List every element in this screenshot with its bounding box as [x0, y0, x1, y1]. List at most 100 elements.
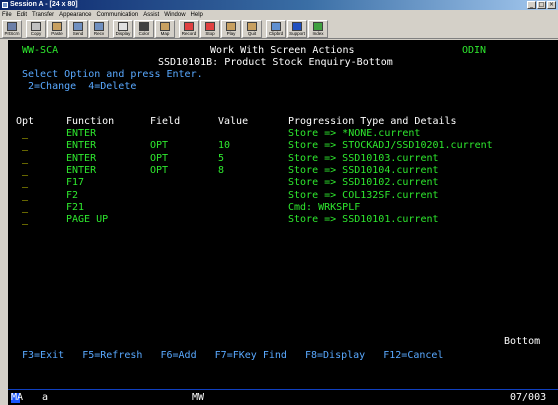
row-field: OPT [150, 140, 169, 152]
session-id: a [42, 392, 49, 403]
row-option-input[interactable]: _ [22, 165, 28, 177]
title-bar: Session A - [24 x 80] _ □ × [0, 0, 558, 10]
print-screen-icon [7, 22, 17, 31]
copy-button[interactable]: Copy [26, 20, 46, 38]
map-button[interactable]: Map [155, 20, 175, 38]
toolbar: PrtScrn Copy Paste Send Recv Display Col… [0, 20, 558, 39]
color-icon [139, 22, 149, 31]
print-screen-button[interactable]: PrtScrn [2, 20, 22, 38]
support-label: Support [289, 31, 305, 36]
color-button[interactable]: Color [134, 20, 154, 38]
row-option-input[interactable]: _ [22, 202, 28, 214]
window-controls: _ □ × [527, 1, 556, 9]
stop-button[interactable]: Stop [200, 20, 220, 38]
menu-transfer[interactable]: Transfer [32, 10, 54, 20]
map-label: Map [160, 31, 170, 36]
record-icon [184, 22, 194, 31]
row-option-input[interactable]: _ [22, 153, 28, 165]
send-button[interactable]: Send [68, 20, 88, 38]
paste-label: Paste [51, 31, 63, 36]
color-label: Color [138, 31, 150, 36]
terminal-screen[interactable]: WW-SCA Work With Screen Actions ODIN SSD… [8, 40, 558, 405]
receive-icon [94, 22, 104, 31]
send-icon [73, 22, 83, 31]
clipboard-icon [271, 22, 281, 31]
paste-button[interactable]: Paste [47, 20, 67, 38]
record-button[interactable]: Record [179, 20, 199, 38]
row-option-input[interactable]: _ [22, 128, 28, 140]
row-option-input[interactable]: _ [22, 140, 28, 152]
row-function: PAGE UP [66, 214, 109, 226]
row-function: ENTER [66, 128, 97, 139]
receive-button[interactable]: Recv [89, 20, 109, 38]
index-button[interactable]: Index [308, 20, 328, 38]
row-function: F2 [66, 189, 79, 201]
play-icon [226, 22, 236, 31]
menu-bar: File Edit Transfer Appearance Communicat… [0, 10, 558, 20]
maximize-icon[interactable]: □ [537, 1, 546, 9]
menu-assist[interactable]: Assist [143, 10, 159, 20]
paste-icon [52, 22, 62, 31]
receive-label: Recv [93, 31, 105, 36]
menu-file[interactable]: File [2, 10, 12, 20]
row-option-input[interactable]: _ [22, 177, 28, 189]
minimize-icon[interactable]: _ [527, 1, 536, 9]
row-details: Store => SSD10101.current [288, 214, 439, 226]
display-icon [118, 22, 128, 31]
row-details: Store => STOCKADJ/SSD10201.current [288, 140, 493, 152]
row-value: 8 [218, 164, 225, 176]
row-field: OPT [150, 152, 169, 164]
row-function: F21 [66, 201, 85, 213]
menu-edit[interactable]: Edit [17, 10, 27, 20]
support-icon [292, 22, 302, 31]
row-details: Store => SSD10102.current [288, 177, 439, 189]
status-indicator: MA [11, 392, 24, 403]
menu-communication[interactable]: Communication [97, 10, 139, 20]
menu-appearance[interactable]: Appearance [59, 10, 91, 20]
quit-label: Quit [247, 31, 257, 36]
stop-label: Stop [205, 31, 215, 36]
display-button[interactable]: Display [113, 20, 133, 38]
row-details: Store => SSD10103.current [288, 152, 439, 164]
send-label: Send [72, 31, 84, 36]
row-function: ENTER [66, 164, 97, 176]
copy-label: Copy [30, 31, 42, 36]
clipboard-label: Clipbrd [268, 31, 284, 36]
column-progression: Progression Type and Details [288, 116, 457, 127]
more-indicator: Bottom [504, 336, 541, 347]
copy-icon [31, 22, 41, 31]
play-button[interactable]: Play [221, 20, 241, 38]
screen-heading: Work With Screen Actions [210, 45, 355, 56]
support-button[interactable]: Support [287, 20, 307, 38]
record-label: Record [181, 31, 197, 36]
column-function: Function [66, 116, 115, 127]
row-function: ENTER [66, 140, 97, 152]
row-function: ENTER [66, 152, 97, 164]
row-field: OPT [150, 164, 169, 176]
system-name: WW-SCA [22, 45, 59, 56]
close-icon[interactable]: × [547, 1, 556, 9]
menu-help[interactable]: Help [191, 10, 203, 20]
row-function: F17 [66, 177, 85, 189]
function-key-legend: F3=Exit F5=Refresh F6=Add F7=FKey Find F… [22, 350, 444, 361]
input-mode: MW [192, 392, 205, 403]
row-details: Store => SSD10104.current [288, 164, 439, 176]
row-option-input[interactable]: _ [22, 214, 28, 226]
row-details: Store => COL132SF.current [288, 189, 439, 201]
screen-subheading: SSD10101B: Product Stock Enquiry-Bottom [158, 57, 393, 68]
stop-icon [205, 22, 215, 31]
window-title: Session A - [24 x 80] [10, 1, 78, 8]
row-option-input[interactable]: _ [22, 190, 28, 202]
index-icon [313, 22, 323, 31]
column-value: Value [218, 116, 249, 127]
cursor-position: 07/003 [510, 392, 547, 403]
clipboard-button[interactable]: Clipbrd [266, 20, 286, 38]
row-details: Store => *NONE.current [288, 128, 421, 139]
row-value: 5 [218, 152, 225, 164]
menu-window[interactable]: Window [164, 10, 185, 20]
quit-button[interactable]: Quit [242, 20, 262, 38]
row-value: 10 [218, 140, 231, 152]
option-legend: 2=Change 4=Delete [28, 81, 137, 92]
quit-icon [247, 22, 257, 31]
column-opt: Opt [16, 116, 35, 127]
